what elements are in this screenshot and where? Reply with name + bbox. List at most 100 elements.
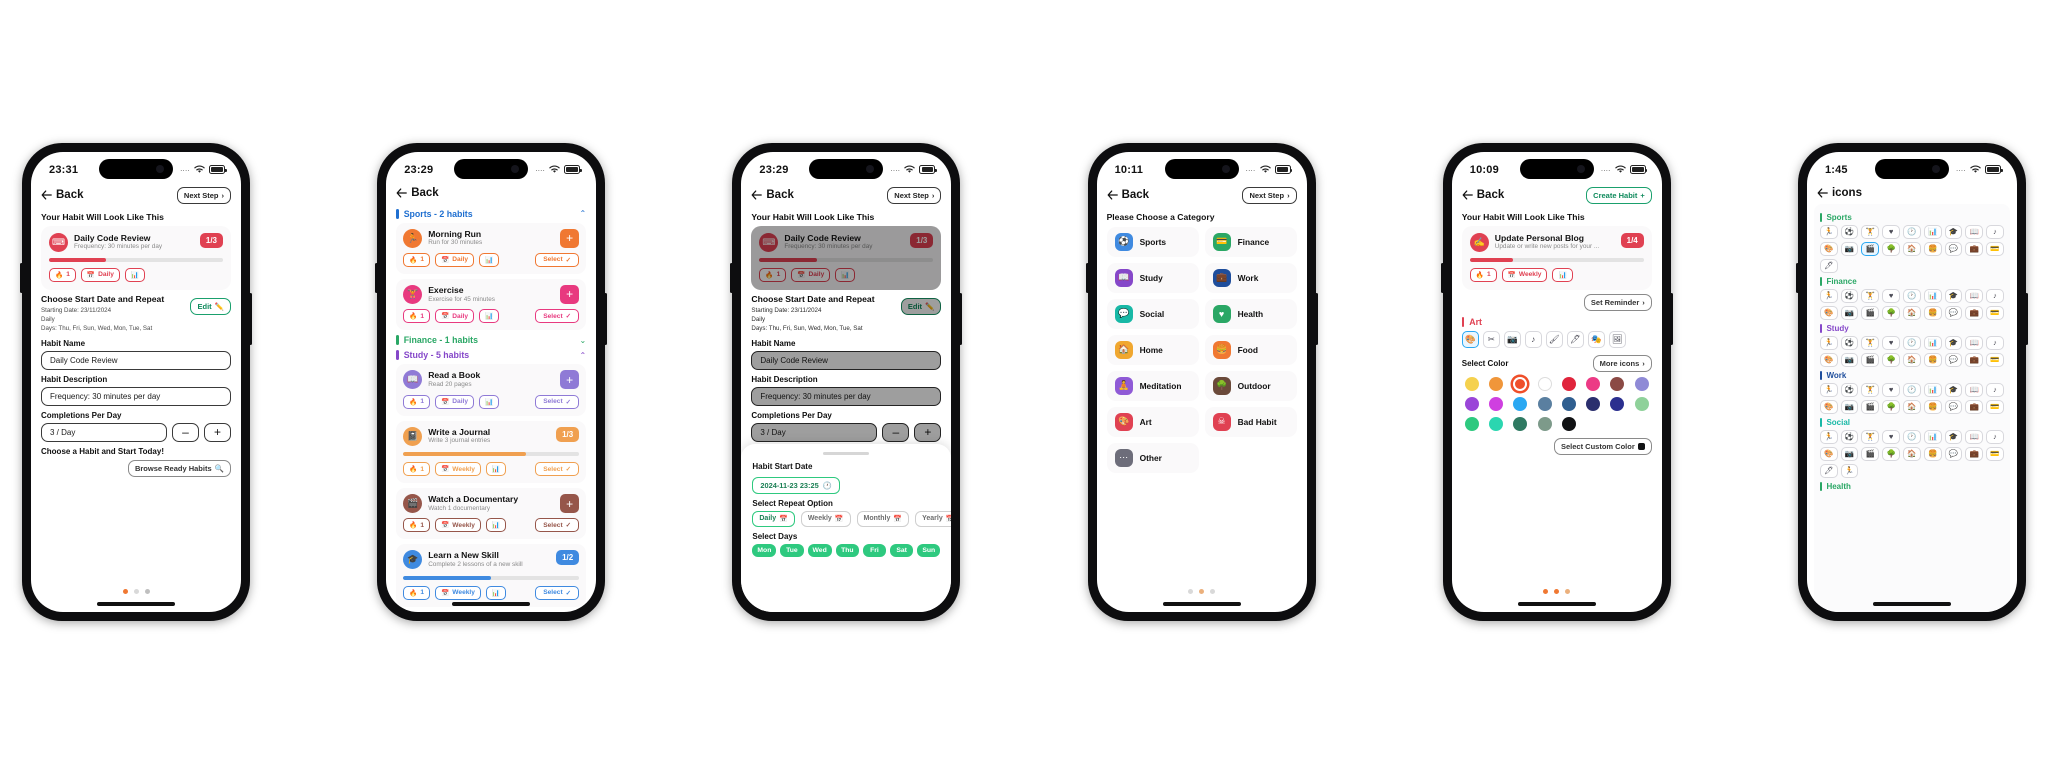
icon-option-dumbbell-icon[interactable]: 🏋 [1861,382,1880,397]
color-swatch[interactable] [1561,376,1576,391]
chip-daily[interactable]: 📅 Daily [791,267,831,282]
icon-option-palette-icon[interactable]: 🎨 [1461,330,1479,348]
icon-option-book-icon[interactable]: 📖 [1965,224,1984,239]
icon-option-book-icon[interactable]: 📖 [1965,429,1984,444]
chip-chart[interactable]: 📊 [479,252,500,267]
back-button[interactable]: Back [396,187,439,199]
color-swatch[interactable] [1561,416,1576,431]
day-wed[interactable]: Wed [807,543,832,557]
group-header[interactable]: Sports - 2 habits ⌃ [396,208,586,219]
set-reminder-button[interactable]: Set Reminder › [1583,293,1652,311]
icon-option-food-icon[interactable]: 🍔 [1923,241,1942,256]
icon-option-skill-icon[interactable]: 🎓 [1944,288,1963,303]
icon-option-run-icon[interactable]: 🏃 [1840,463,1859,478]
icon-option-palette-icon[interactable]: 🎨 [1819,352,1838,367]
icon-option-chat-icon[interactable]: 💬 [1944,446,1963,461]
icon-option-tree-icon[interactable]: 🌳 [1882,399,1901,414]
icon-option-briefcase-icon[interactable]: 💼 [1965,305,1984,320]
add-habit-button[interactable]: + [560,228,580,248]
icon-option-music-icon[interactable]: ♪ [1986,429,2004,444]
habit-description-input[interactable]: Frequency: 30 minutes per day [751,386,942,406]
chip-weekly[interactable]: 📅 Weekly [435,462,481,476]
chip-chart[interactable]: 📊 [479,309,500,324]
icon-option-run-icon[interactable]: 🏃 [1819,335,1838,350]
select-habit-button[interactable]: Select ✓ [535,309,580,324]
habit-name-input[interactable]: Daily Code Review [41,350,231,370]
color-swatch[interactable] [1513,376,1528,391]
icon-option-briefcase-icon[interactable]: 💼 [1965,241,1984,256]
day-sat[interactable]: Sat [890,543,914,557]
category-study[interactable]: 📖 Study [1106,262,1199,293]
add-habit-button[interactable]: + [560,284,580,304]
chip-1[interactable]: 🔥 1 [403,309,431,324]
color-swatch[interactable] [1537,396,1552,411]
color-swatch[interactable] [1537,376,1552,391]
decrement-button[interactable]: – [172,422,199,442]
habit-name-input[interactable]: Daily Code Review [751,350,942,370]
page-dot[interactable] [1188,588,1194,594]
icon-option-tree-icon[interactable]: 🌳 [1882,305,1901,320]
icon-option-palette-icon[interactable]: 🎨 [1819,399,1838,414]
custom-color-button[interactable]: Select Custom Color [1553,437,1652,455]
completions-input[interactable]: 3 / Day [41,422,167,442]
icon-option-run-icon[interactable]: 🏃 [1819,224,1838,239]
icon-option-pen-icon[interactable]: 🖊 [1819,258,1838,273]
icon-option-frame-icon[interactable]: 🖼 [1608,330,1626,348]
edit-button[interactable]: Edit ✏️ [190,297,231,315]
icon-option-briefcase-icon[interactable]: 💼 [1965,399,1984,414]
category-meditation[interactable]: 🧘 Meditation [1106,370,1199,401]
icon-option-wallet-icon[interactable]: 💳 [1986,399,2004,414]
icon-option-clock-icon[interactable]: 🕐 [1903,335,1921,350]
color-swatch[interactable] [1464,416,1479,431]
back-button[interactable]: icons [1817,187,1862,199]
icon-option-music-icon[interactable]: ♪ [1986,224,2004,239]
category-work[interactable]: 💼 Work [1204,262,1297,293]
color-swatch[interactable] [1489,416,1504,431]
icon-option-film-icon[interactable]: 🎬 [1861,305,1880,320]
day-thu[interactable]: Thu [835,543,859,557]
icon-option-heart-icon[interactable]: ♥ [1882,224,1901,239]
icon-option-music-icon[interactable]: ♪ [1986,335,2004,350]
icon-option-food-icon[interactable]: 🍔 [1923,305,1942,320]
chip-daily[interactable]: 📅 Daily [435,252,475,267]
page-dot[interactable] [1199,588,1205,594]
icon-option-house-icon[interactable]: 🏠 [1903,305,1921,320]
chip-daily[interactable]: 📅 Daily [435,309,475,324]
icon-option-dumbbell-icon[interactable]: 🏋 [1861,288,1880,303]
icon-option-chart-icon[interactable]: 📊 [1923,429,1942,444]
icon-option-camera-icon[interactable]: 📷 [1840,241,1859,256]
icon-option-skill-icon[interactable]: 🎓 [1944,429,1963,444]
chip-1[interactable]: 🔥 1 [403,252,431,267]
page-dot[interactable] [133,588,139,594]
category-bad-habit[interactable]: ☠ Bad Habit [1204,406,1297,437]
category-art[interactable]: 🎨 Art [1106,406,1199,437]
icon-option-clock-icon[interactable]: 🕐 [1903,382,1921,397]
page-dot[interactable] [1543,588,1549,594]
icon-option-food-icon[interactable]: 🍔 [1923,352,1942,367]
icon-option-ball-icon[interactable]: ⚽ [1840,429,1859,444]
day-sun[interactable]: Sun [917,543,941,557]
category-other[interactable]: ⋯ Other [1106,442,1199,473]
color-swatch[interactable] [1513,396,1528,411]
back-button[interactable]: Back [1107,189,1149,201]
color-swatch[interactable] [1513,416,1528,431]
select-habit-button[interactable]: Select ✓ [535,518,580,533]
icon-option-tree-icon[interactable]: 🌳 [1882,352,1901,367]
chip-1[interactable]: 🔥 1 [759,267,787,282]
icon-option-house-icon[interactable]: 🏠 [1903,399,1921,414]
back-button[interactable]: Back [751,189,794,201]
chip-chart[interactable]: 📊 [485,518,507,533]
category-food[interactable]: 🍔 Food [1204,334,1297,365]
edit-button[interactable]: Edit ✏️ [900,297,942,315]
repeat-option-daily[interactable]: Daily 📅 [752,510,795,527]
category-health[interactable]: ♥ Health [1204,298,1297,329]
icon-option-heart-icon[interactable]: ♥ [1882,335,1901,350]
increment-button[interactable]: + [204,422,231,442]
icon-option-camera-icon[interactable]: 📷 [1503,330,1521,348]
chip-chart[interactable]: 📊 [485,585,507,600]
icon-option-pen-icon[interactable]: 🖊 [1566,330,1584,348]
nav-action-button[interactable]: Create Habit + [1586,186,1652,204]
completions-input[interactable]: 3 / Day [751,422,878,442]
icon-option-theater-icon[interactable]: 🎭 [1587,330,1605,348]
icon-option-briefcase-icon[interactable]: 💼 [1965,446,1984,461]
